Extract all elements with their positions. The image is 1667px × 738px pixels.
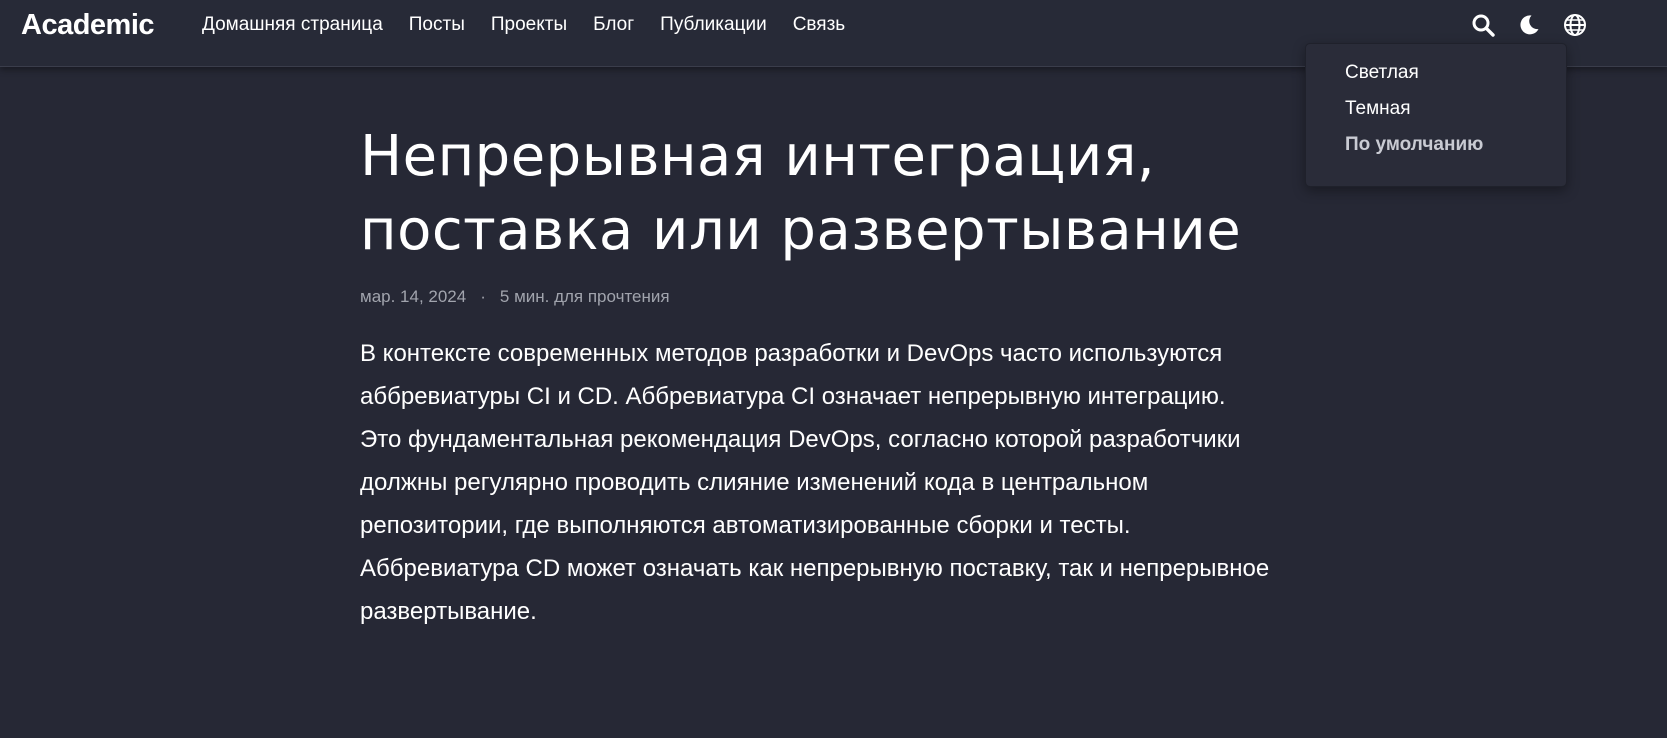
article-date: мар. 14, 2024 (360, 287, 467, 306)
theme-dropdown: Светлая Темная По умолчанию (1305, 43, 1567, 187)
article: Непрерывная интеграция, поставка или раз… (360, 120, 1280, 657)
main-nav: Домашняя страница Посты Проекты Блог Пуб… (202, 13, 871, 37)
nav-link-posts[interactable]: Посты (409, 13, 465, 37)
nav-link-blog[interactable]: Блог (593, 13, 634, 37)
search-icon[interactable] (1470, 12, 1496, 38)
meta-separator: · (480, 287, 486, 306)
theme-option-dark[interactable]: Темная (1345, 97, 1411, 121)
nav-link-publications[interactable]: Публикации (660, 13, 767, 37)
nav-icons (1470, 12, 1608, 38)
page-title: Непрерывная интеграция, поставка или раз… (360, 124, 1242, 263)
article-body: В контексте современных методов разработ… (360, 340, 1270, 625)
nav-link-contact[interactable]: Связь (793, 13, 846, 37)
moon-icon[interactable] (1516, 12, 1542, 38)
article-meta: мар. 14, 2024 · 5 мин. для прочтения (360, 286, 1280, 308)
nav-link-home[interactable]: Домашняя страница (202, 13, 383, 37)
theme-option-default[interactable]: По умолчанию (1345, 133, 1483, 157)
reading-time: 5 мин. для прочтения (499, 287, 670, 306)
globe-icon[interactable] (1562, 12, 1588, 38)
brand-logo[interactable]: Academic (21, 6, 155, 44)
theme-option-light[interactable]: Светлая (1345, 61, 1419, 85)
nav-link-projects[interactable]: Проекты (491, 13, 567, 37)
